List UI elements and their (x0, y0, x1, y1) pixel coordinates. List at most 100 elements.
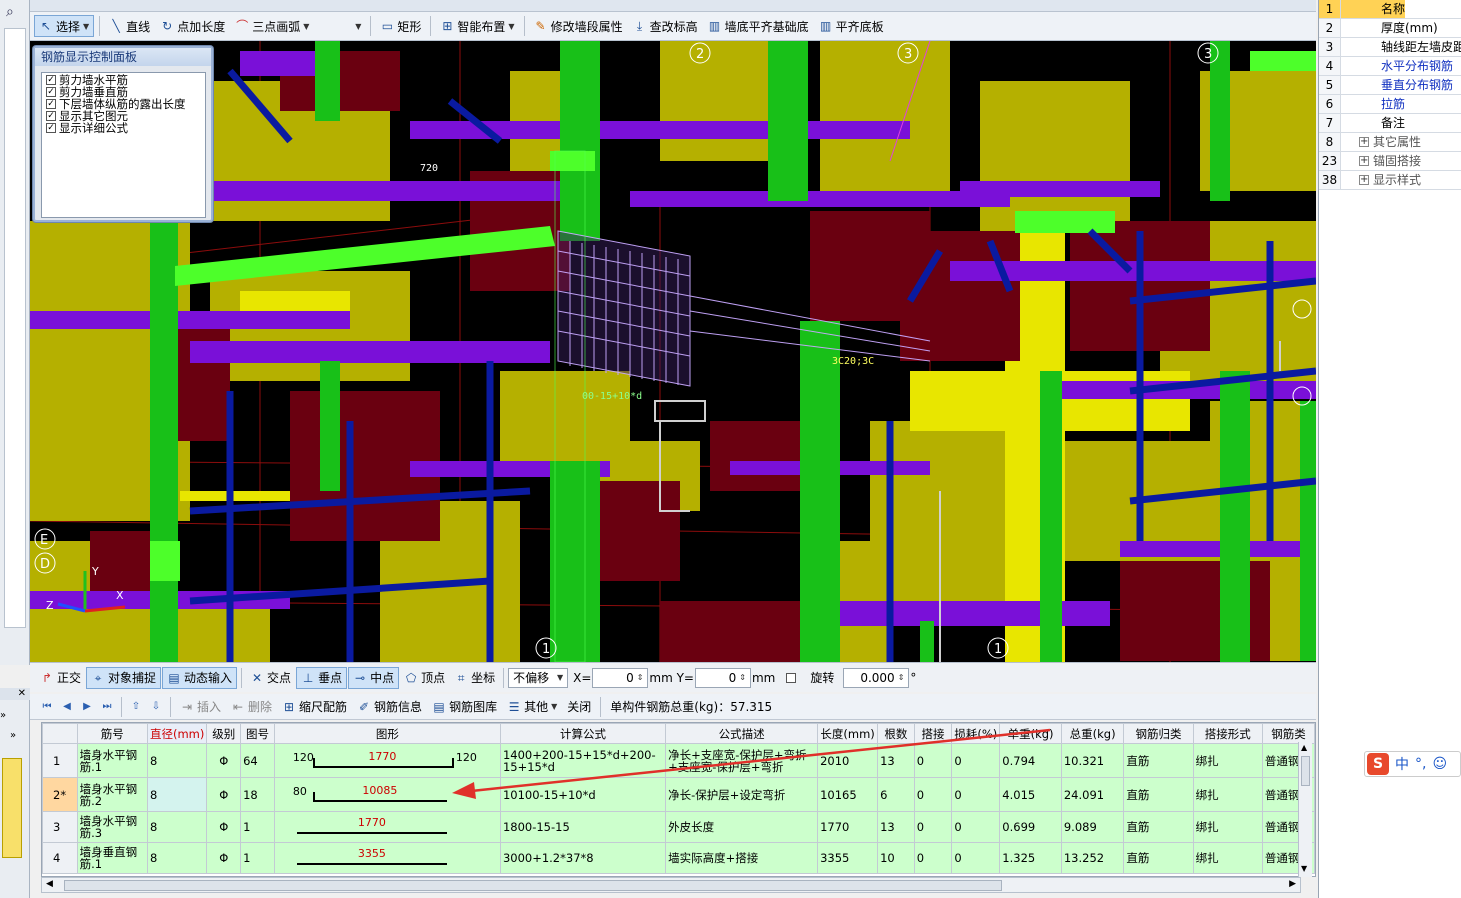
cell-total_w[interactable]: 9.089 (1060, 811, 1125, 843)
cell-formula[interactable]: 3000+1.2*37*8 (499, 842, 667, 874)
prev-record-icon[interactable]: ◀ (58, 698, 76, 716)
spinner-icon[interactable]: ⇕ (637, 673, 644, 682)
spinner-icon[interactable]: ⇕ (898, 673, 905, 682)
close-table-button[interactable]: 关闭 (563, 696, 595, 718)
move-down-icon[interactable]: ⇩ (147, 698, 165, 716)
rectangle-button[interactable]: ▭ 矩形 (376, 15, 425, 37)
cell-dia[interactable]: 8 (146, 811, 208, 843)
x-input[interactable]: 0 ⇕ (592, 667, 649, 688)
line-button[interactable]: ╲ 直线 (105, 15, 154, 37)
cell-count[interactable]: 10 (877, 842, 915, 874)
cell-desc[interactable]: 墙实际高度+搭接 (665, 842, 819, 874)
cell-fig[interactable]: 64 (240, 743, 275, 778)
table-vertical-scrollbar[interactable]: ▲ ▼ (1298, 742, 1312, 877)
property-label-cell[interactable]: 轴线距左墙皮距离 (1341, 38, 1461, 56)
cell-name[interactable]: 墙身水平钢筋.2 (76, 777, 148, 812)
intersection-snap[interactable]: ✕ 交点 (246, 667, 295, 689)
cell-lap_type[interactable]: 绑扎 (1192, 743, 1263, 778)
cell-lap[interactable]: 0 (913, 811, 953, 843)
cell-category[interactable]: 直筋 (1123, 777, 1194, 812)
ime-emoji-icon[interactable]: ☺ (1432, 756, 1447, 772)
cell-fig[interactable]: 1 (240, 811, 275, 843)
cell-loss[interactable]: 0 (951, 811, 1001, 843)
wall-bottom-flush-button[interactable]: ▥ 墙底平齐基础底 (704, 15, 813, 37)
cell-formula[interactable]: 1800-15-15 (499, 811, 667, 843)
modify-wall-props-button[interactable]: ✎ 修改墙段属性 (530, 15, 627, 37)
column-header[interactable]: 级别 (206, 723, 242, 744)
coordinate-snap[interactable]: ⌗ 坐标 (450, 667, 499, 689)
checkbox[interactable]: ✓ (46, 111, 56, 121)
checkbox[interactable]: ✓ (46, 123, 56, 133)
perpendicular-snap[interactable]: ⊥ 垂点 (296, 666, 348, 689)
move-up-icon[interactable]: ⇧ (127, 698, 145, 716)
next-record-icon[interactable]: ▶ (78, 698, 96, 716)
cell-name[interactable]: 墙身水平钢筋.1 (76, 743, 148, 778)
midpoint-snap[interactable]: ⊸ 中点 (348, 666, 400, 689)
cell-name[interactable]: 墙身垂直钢筋.1 (76, 842, 148, 874)
property-row[interactable]: 1 名称 (1319, 0, 1461, 19)
table-row[interactable]: 3 墙身水平钢筋.3 8 Φ 1 1770 1800-15-15 外皮长度 1770 13 0 0 0.… (42, 811, 1315, 843)
scroll-right-icon[interactable]: ▶ (1289, 879, 1296, 889)
chevron-down-icon[interactable]: ▼ (508, 22, 514, 31)
checkbox[interactable]: ✓ (46, 75, 56, 85)
point-length-button[interactable]: ↻ 点加长度 (156, 15, 229, 37)
cell-grade[interactable]: Φ (206, 811, 242, 843)
cell-count[interactable]: 13 (877, 811, 915, 843)
first-record-icon[interactable]: ⏮ (38, 698, 56, 716)
property-label-cell[interactable]: + 其它属性 (1341, 133, 1421, 151)
property-row[interactable]: 2 厚度(mm) (1319, 19, 1461, 38)
scroll-up-icon[interactable]: ▲ (1301, 743, 1307, 752)
cell-total_w[interactable]: 10.321 (1060, 743, 1125, 778)
property-label-cell[interactable]: 拉筋 (1341, 95, 1405, 113)
object-snap-toggle[interactable]: ⌖ 对象捕捉 (86, 666, 162, 689)
row-number[interactable]: 4 (42, 842, 78, 874)
ime-punct[interactable]: °, (1415, 756, 1426, 772)
rotate-checkbox[interactable] (786, 672, 797, 683)
expand-plus-icon[interactable]: + (1359, 137, 1369, 147)
cell-grade[interactable]: Φ (206, 743, 242, 778)
property-label-cell[interactable]: 厚度(mm) (1341, 19, 1438, 37)
property-label-cell[interactable]: 备注 (1341, 114, 1405, 132)
checkbox[interactable]: ✓ (46, 87, 56, 97)
rebar-info-button[interactable]: ✐ 钢筋信息 (353, 696, 426, 718)
expand-plus-icon[interactable]: + (1359, 156, 1369, 166)
cell-desc[interactable]: 外皮长度 (665, 811, 819, 843)
column-header[interactable]: 图号 (240, 723, 275, 744)
cell-unit_w[interactable]: 0.699 (999, 811, 1062, 843)
property-label-cell[interactable]: 名称 (1341, 0, 1406, 18)
property-row[interactable]: 7 备注 (1319, 114, 1461, 133)
property-label-cell[interactable]: + 显示样式 (1341, 171, 1421, 189)
last-record-icon[interactable]: ⏭ (98, 698, 116, 716)
column-header[interactable]: 总重(kg) (1060, 723, 1125, 744)
column-header[interactable]: 钢筋类 (1261, 723, 1315, 744)
insert-button[interactable]: ⇥ 插入 (176, 696, 225, 718)
chevron-down-icon[interactable]: ▼ (355, 22, 361, 31)
expand-icon[interactable]: » (10, 730, 16, 741)
cell-fig[interactable]: 1 (240, 842, 275, 874)
scroll-thumb[interactable] (1301, 756, 1310, 786)
cell-grade[interactable]: Φ (206, 842, 242, 874)
collapse-icon[interactable]: » (0, 710, 6, 721)
scroll-thumb[interactable] (64, 880, 1002, 891)
scale-rebar-button[interactable]: ⊞ 缩尺配筋 (278, 696, 351, 718)
cell-category[interactable]: 直筋 (1123, 743, 1194, 778)
three-point-arc-button[interactable]: ⌒ 三点画弧 ▼ (231, 15, 313, 37)
vertex-snap[interactable]: ⬠ 顶点 (400, 667, 449, 689)
checkbox[interactable]: ✓ (46, 99, 56, 109)
cell-dia[interactable]: 8 (146, 842, 208, 874)
rebar-shape-cell[interactable]: 3355 (273, 842, 501, 874)
other-menu-button[interactable]: ☰ 其他 ▼ (503, 696, 561, 718)
row-number[interactable]: 3 (42, 811, 78, 843)
property-row[interactable]: 8 + 其它属性 (1319, 133, 1461, 152)
dynamic-input-toggle[interactable]: ▤ 动态输入 (162, 666, 238, 689)
scroll-down-icon[interactable]: ▼ (1301, 864, 1307, 873)
cell-unit_w[interactable]: 1.325 (999, 842, 1062, 874)
expand-plus-icon[interactable]: + (1359, 175, 1369, 185)
row-number[interactable]: 2* (42, 777, 78, 812)
rebar-library-button[interactable]: ▤ 钢筋图库 (428, 696, 501, 718)
cell-dia[interactable]: 8 (146, 743, 208, 778)
cell-dia[interactable]: 8 (146, 777, 208, 812)
ime-language[interactable]: 中 (1395, 754, 1409, 774)
cell-name[interactable]: 墙身水平钢筋.3 (76, 811, 148, 843)
column-header[interactable]: 筋号 (76, 723, 148, 744)
